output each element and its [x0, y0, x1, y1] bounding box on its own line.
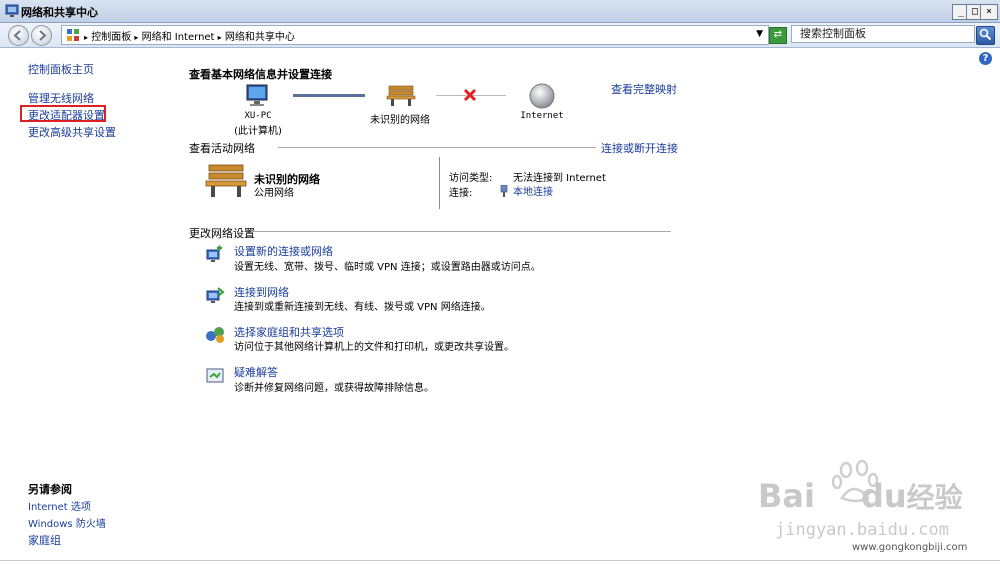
close-button[interactable]: ×	[980, 4, 998, 20]
page-title: 查看基本网络信息并设置连接	[189, 68, 332, 81]
address-toolbar: ▸ 控制面板 ▸ 网络和 Internet ▸ 网络和共享中心 ▼ ⇄ 搜索控制…	[0, 23, 1000, 48]
globe-icon	[529, 83, 555, 109]
active-networks-title: 查看活动网络	[189, 142, 255, 155]
see-also-title: 另请参阅	[28, 483, 72, 496]
search-input[interactable]: 搜索控制面板	[791, 25, 975, 43]
connection-line	[293, 94, 365, 97]
bench-large-icon	[205, 164, 247, 197]
divider	[251, 231, 671, 232]
homegroup-icon	[206, 327, 224, 343]
bottom-border	[0, 560, 1000, 561]
computer-sub: (此计算机)	[234, 126, 282, 137]
task-troubleshoot-link[interactable]: 疑难解答	[234, 364, 278, 380]
access-type-value: 无法连接到 Internet	[513, 173, 606, 184]
see-also-firewall[interactable]: Windows 防火墙	[28, 515, 106, 530]
computer-name: XU-PC	[244, 111, 272, 121]
task-setup-connection-link[interactable]: 设置新的连接或网络	[234, 243, 333, 259]
change-settings-title: 更改网络设置	[189, 227, 255, 240]
breadcrumb: ▸ 控制面板 ▸ 网络和 Internet ▸ 网络和共享中心	[84, 32, 295, 43]
breadcrumb-network-center[interactable]: 网络和共享中心	[225, 32, 295, 43]
forward-arrow-icon	[39, 30, 47, 41]
nav-change-adapter-settings[interactable]: 更改适配器设置	[28, 107, 105, 123]
see-also-homegroup[interactable]: 家庭组	[28, 532, 61, 548]
bench-icon	[386, 85, 416, 106]
connect-network-icon	[206, 287, 225, 303]
network-center-icon	[5, 4, 19, 17]
access-type-label: 访问类型:	[449, 173, 493, 184]
divider	[278, 147, 596, 148]
breadcrumb-network-internet[interactable]: 网络和 Internet	[142, 32, 215, 43]
title-bar: 网络和共享中心 _ □ ×	[0, 0, 1000, 23]
watermark-logo: Bai du经验	[758, 477, 963, 515]
computer-icon	[246, 84, 268, 106]
nav-advanced-sharing[interactable]: 更改高级共享设置	[28, 124, 116, 140]
window-title: 网络和共享中心	[21, 6, 98, 19]
back-button[interactable]	[8, 25, 29, 46]
task-homegroup-desc: 访问位于其他网络计算机上的文件和打印机，或更改共享设置。	[234, 342, 514, 353]
task-troubleshoot-desc: 诊断并修复网络问题，或获得故障排除信息。	[234, 383, 434, 394]
nav-manage-wireless[interactable]: 管理无线网络	[28, 90, 94, 106]
connections-label: 连接:	[449, 188, 473, 199]
breadcrumb-control-panel[interactable]: 控制面板	[91, 32, 131, 43]
search-button[interactable]	[976, 26, 995, 45]
watermark-url: jingyan.baidu.com	[775, 520, 949, 540]
refresh-icon: ⇄	[773, 29, 783, 40]
help-icon[interactable]: ?	[979, 52, 992, 65]
watermark-url-2: www.gongkongbiji.com	[852, 542, 968, 553]
vertical-divider	[439, 157, 440, 209]
new-connection-icon	[206, 245, 222, 262]
see-also-internet-options[interactable]: Internet 选项	[28, 498, 91, 513]
network-label: 未识别的网络	[370, 115, 430, 126]
error-x-icon	[463, 88, 477, 102]
forward-button[interactable]	[31, 25, 52, 46]
back-arrow-icon	[13, 30, 21, 41]
internet-label: Internet	[520, 111, 564, 121]
chevron-down-icon[interactable]: ▼	[756, 29, 763, 39]
view-full-map-link[interactable]: 查看完整映射	[611, 81, 677, 97]
task-connect-network-desc: 连接到或重新连接到无线、有线、拨号或 VPN 网络连接。	[234, 302, 491, 313]
local-connection-link[interactable]: 本地连接	[513, 183, 553, 198]
control-panel-icon	[67, 29, 79, 41]
task-setup-connection-desc: 设置无线、宽带、拨号、临时或 VPN 连接；或设置路由器或访问点。	[234, 262, 541, 273]
address-field[interactable]: ▸ 控制面板 ▸ 网络和 Internet ▸ 网络和共享中心 ▼	[61, 25, 769, 45]
connect-disconnect-link[interactable]: 连接或断开连接	[601, 140, 678, 156]
troubleshoot-icon	[206, 368, 224, 383]
refresh-button[interactable]: ⇄	[769, 27, 787, 44]
nav-control-panel-home[interactable]: 控制面板主页	[28, 61, 94, 77]
ethernet-icon	[500, 185, 508, 197]
active-network-type[interactable]: 公用网络	[254, 184, 294, 199]
search-icon	[979, 28, 992, 41]
